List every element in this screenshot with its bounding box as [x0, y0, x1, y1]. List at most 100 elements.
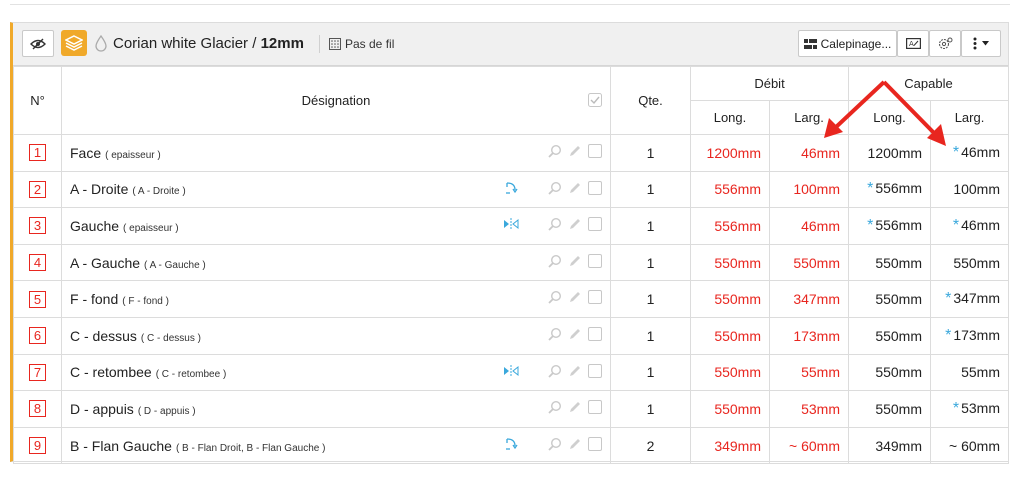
- pencil-icon[interactable]: [568, 254, 582, 268]
- qte-cell: 2: [610, 426, 691, 465]
- adjusted-asterisk-icon: *: [952, 399, 960, 417]
- pencil-icon[interactable]: [568, 144, 582, 158]
- debit-larg-cell: 347mm: [768, 280, 850, 318]
- rotate-icon[interactable]: [504, 437, 518, 451]
- mirror-icon[interactable]: [503, 218, 519, 231]
- capable-larg-value: 550mm: [953, 254, 1001, 271]
- eye-off-icon: [30, 38, 46, 49]
- capable-larg-value: 55mm: [961, 364, 1001, 381]
- debit-larg-cell: 53mm: [768, 390, 850, 428]
- settings-button[interactable]: [929, 30, 961, 57]
- capable-long-cell: 550mm: [848, 316, 932, 355]
- row-number[interactable]: 2: [29, 180, 46, 198]
- row-checkbox[interactable]: [588, 400, 602, 415]
- pencil-icon[interactable]: [568, 364, 582, 378]
- capable-long-cell: 349mm: [848, 426, 932, 465]
- capable-larg-value: 347mm: [953, 290, 1001, 307]
- more-menu-button[interactable]: [961, 30, 1001, 57]
- search-icon[interactable]: [548, 437, 562, 451]
- row-number-cell: 9: [13, 426, 62, 465]
- row-number-cell: 5: [13, 280, 62, 318]
- row-number[interactable]: 3: [29, 217, 46, 235]
- row-checkbox[interactable]: [588, 217, 602, 232]
- designation-cell: C - dessus( C - dessus ): [61, 316, 611, 355]
- row-checkbox[interactable]: [588, 253, 602, 268]
- search-icon[interactable]: [548, 290, 562, 305]
- search-icon[interactable]: [548, 327, 562, 341]
- table-row[interactable]: 5F - fond( F - fond ) 1 550mm 347mm 550mm * 34…: [13, 280, 1010, 318]
- search-icon[interactable]: [548, 254, 562, 268]
- pencil-icon[interactable]: [568, 327, 582, 341]
- part-subtitle: ( A - Gauche ): [144, 259, 206, 271]
- pencil-icon[interactable]: [568, 217, 582, 231]
- row-number[interactable]: 7: [29, 363, 46, 381]
- label-icon: A: [905, 38, 921, 49]
- calepinage-button[interactable]: Calepinage...: [798, 30, 897, 57]
- capable-long-cell: 550mm: [848, 353, 932, 392]
- search-icon[interactable]: [548, 181, 562, 195]
- mirror-icon[interactable]: [503, 364, 519, 377]
- search-icon[interactable]: [548, 217, 562, 231]
- row-checkbox[interactable]: [588, 363, 602, 378]
- parts-table: N° Désignation Qte. Débit Capable Long. …: [13, 66, 1010, 465]
- debit-long-cell: 556mm: [690, 207, 770, 245]
- pencil-icon[interactable]: [568, 437, 582, 451]
- qte-cell: 1: [610, 316, 691, 355]
- pencil-icon[interactable]: [568, 181, 582, 195]
- search-icon[interactable]: [548, 400, 562, 414]
- row-number[interactable]: 9: [29, 437, 46, 455]
- table-row[interactable]: 8D - appuis( D - appuis ) 1 550mm 53mm 550mm…: [13, 390, 1010, 428]
- capable-larg-cell: 550mm: [930, 243, 1010, 282]
- row-number[interactable]: 6: [29, 327, 46, 345]
- row-number[interactable]: 1: [29, 144, 46, 162]
- grain-text: Pas de fil: [345, 37, 395, 51]
- toolbar-separator: [319, 35, 320, 53]
- capable-larg-cell: * 347mm: [930, 280, 1010, 318]
- table-row[interactable]: 9 B - Flan Gauche( B - Flan Droit, B - Fl…: [13, 426, 1010, 465]
- pencil-icon[interactable]: [568, 290, 582, 304]
- capable-larg-cell: ~ 60mm: [930, 426, 1010, 465]
- rotate-icon[interactable]: [504, 181, 518, 195]
- table-row[interactable]: 7C - retombee( C - retombee ) 1 550mm 55mm 5…: [13, 353, 1010, 392]
- row-actions: [500, 400, 602, 415]
- capable-larg-cell: * 53mm: [930, 390, 1010, 428]
- row-checkbox[interactable]: [588, 144, 602, 158]
- table-row[interactable]: 2A - Droite( A - Droite ) 1 556mm 100mm * 556…: [13, 170, 1010, 209]
- toggle-visibility-button[interactable]: [22, 30, 54, 57]
- select-all-checkbox[interactable]: [588, 93, 602, 107]
- capable-larg-value: 53mm: [961, 399, 1001, 416]
- capable-long-cell: * 556mm: [848, 170, 932, 209]
- debit-larg-cell: 100mm: [768, 170, 850, 209]
- row-checkbox[interactable]: [588, 180, 602, 195]
- capable-long-value: 550mm: [875, 364, 923, 381]
- search-icon[interactable]: [548, 144, 562, 158]
- row-number[interactable]: 5: [29, 290, 46, 308]
- capable-larg-cell: * 46mm: [930, 134, 1010, 172]
- search-icon[interactable]: [548, 364, 562, 378]
- part-name: F - fond: [70, 291, 119, 308]
- capable-larg-value: ~ 60mm: [949, 437, 1001, 454]
- debit-larg-cell: 55mm: [768, 353, 850, 392]
- capable-larg-cell: 55mm: [930, 353, 1010, 392]
- table-row[interactable]: 1 Face( epaisseur ) 1 1200mm 46mm 1200mm * 46mm: [13, 134, 1010, 172]
- row-checkbox[interactable]: [588, 436, 602, 451]
- row-number[interactable]: 4: [29, 254, 46, 272]
- capable-header: Capable: [848, 66, 1010, 101]
- part-name: B - Flan Gauche: [70, 437, 172, 454]
- table-row[interactable]: 6C - dessus( C - dessus ) 1 550mm 173mm 550m…: [13, 316, 1010, 355]
- row-checkbox[interactable]: [588, 326, 602, 341]
- debit-larg-header: Larg.: [768, 100, 850, 135]
- row-number-cell: 8: [13, 390, 62, 428]
- part-subtitle: ( epaisseur ): [105, 149, 161, 161]
- layout-icon: [803, 38, 817, 49]
- pencil-icon[interactable]: [568, 400, 582, 414]
- row-checkbox[interactable]: [588, 290, 602, 305]
- row-actions: [500, 253, 602, 268]
- col-num-header: N°: [13, 66, 62, 135]
- part-subtitle: ( F - fond ): [122, 296, 169, 308]
- table-row[interactable]: 4A - Gauche( A - Gauche ) 1 550mm 550mm 550m…: [13, 243, 1010, 282]
- table-row[interactable]: 3 Gauche( epaisseur ) 1 556mm 46mm * 556mm * 46m…: [13, 207, 1010, 245]
- label-button[interactable]: A: [897, 30, 929, 57]
- designation-cell: Gauche( epaisseur ): [61, 207, 611, 245]
- row-number[interactable]: 8: [29, 400, 46, 418]
